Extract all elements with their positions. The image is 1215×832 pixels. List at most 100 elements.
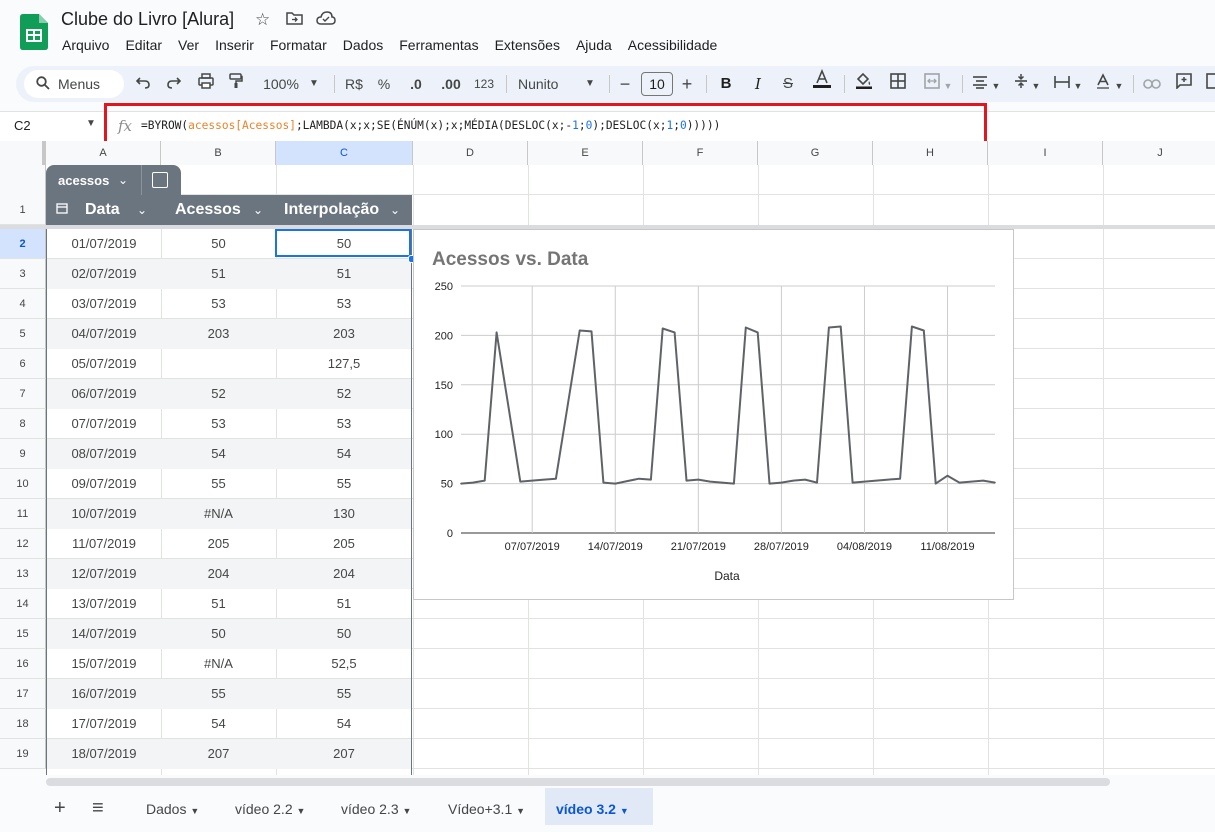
cell-date[interactable]: 01/07/2019 [47, 229, 161, 259]
sheet-tab-video-2-3[interactable]: vídeo 2.3 ▼ [325, 788, 427, 825]
chevron-down-icon[interactable]: ⌄ [118, 173, 128, 187]
table-options-icon[interactable] [152, 172, 168, 188]
menu-inserir[interactable]: Inserir [207, 36, 262, 56]
move-folder-icon[interactable] [286, 10, 303, 30]
text-color-icon[interactable] [811, 66, 833, 102]
cell-date[interactable]: 16/07/2019 [47, 679, 161, 709]
menu-arquivo[interactable]: Arquivo [54, 36, 117, 56]
italic-icon[interactable]: I [748, 66, 768, 102]
cell-interpolacao[interactable]: 51 [276, 589, 412, 619]
cell-interpolacao[interactable]: 205 [276, 529, 412, 559]
chevron-down-icon[interactable]: ▼ [86, 118, 96, 129]
column-header-c[interactable]: C [276, 141, 413, 165]
fill-color-icon[interactable] [854, 66, 874, 102]
chevron-down-icon[interactable]: ▼ [516, 806, 525, 816]
menu-formatar[interactable]: Formatar [262, 36, 335, 56]
cell-grid[interactable]: acessos ⌄ Data ⌄ Acessos ⌄ Interpolação … [46, 165, 1215, 775]
row-header-12[interactable]: 12 [0, 529, 46, 559]
cell-date[interactable]: 13/07/2019 [47, 589, 161, 619]
cell-interpolacao[interactable]: 54 [276, 439, 412, 469]
row-header-7[interactable]: 7 [0, 379, 46, 409]
more-formats-button[interactable]: 123 [471, 66, 497, 102]
cell-acessos[interactable]: 55 [161, 469, 276, 499]
menus-search-button[interactable]: Menus [24, 70, 124, 98]
undo-icon[interactable] [133, 66, 153, 102]
row-header-2[interactable]: 2 [0, 229, 46, 259]
chevron-down-icon[interactable]: ▼ [297, 806, 306, 816]
cell-acessos[interactable]: 53 [161, 409, 276, 439]
text-wrap-icon[interactable]: ▼ [1052, 66, 1084, 102]
menu-ver[interactable]: Ver [170, 36, 207, 56]
borders-icon[interactable] [888, 66, 908, 102]
chevron-down-icon[interactable]: ⌄ [390, 195, 400, 225]
chevron-down-icon[interactable]: ⌄ [137, 195, 147, 225]
row-header-11[interactable]: 11 [0, 499, 46, 529]
cell-interpolacao[interactable]: 55 [276, 469, 412, 499]
column-header-a[interactable]: A [46, 141, 161, 165]
vertical-align-icon[interactable]: ▼ [1011, 66, 1043, 102]
cell-interpolacao[interactable]: 55 [276, 679, 412, 709]
chevron-down-icon[interactable]: ▼ [190, 806, 199, 816]
sheet-tab-video-3-2[interactable]: vídeo 3.2 ▼ [545, 788, 653, 825]
document-title[interactable]: Clube do Livro [Alura] [61, 9, 234, 30]
horizontal-scrollbar[interactable] [46, 778, 1110, 786]
cell-acessos[interactable]: 54 [161, 709, 276, 739]
menu-extensoes[interactable]: Extensões [487, 36, 568, 56]
cell-date[interactable]: 14/07/2019 [47, 619, 161, 649]
selected-cell-c2[interactable] [275, 229, 411, 257]
horizontal-align-icon[interactable]: ▼ [970, 66, 1002, 102]
cell-date[interactable]: 11/07/2019 [47, 529, 161, 559]
percent-format-button[interactable]: % [376, 66, 392, 102]
menu-ferramentas[interactable]: Ferramentas [391, 36, 486, 56]
cell-interpolacao[interactable]: 54 [276, 709, 412, 739]
row-header-14[interactable]: 14 [0, 589, 46, 619]
column-header-d[interactable]: D [413, 141, 528, 165]
row-header-19[interactable]: 19 [0, 739, 46, 769]
cell-date[interactable]: 18/07/2019 [47, 739, 161, 769]
decrease-font-size-icon[interactable]: − [617, 66, 633, 102]
font-select[interactable]: Nunito [518, 66, 578, 102]
print-icon[interactable] [196, 66, 216, 102]
row-header-9[interactable]: 9 [0, 439, 46, 469]
sheet-tab-dados[interactable]: Dados ▼ [130, 788, 215, 825]
column-header-acessos[interactable]: Acessos [175, 195, 241, 225]
cell-interpolacao[interactable]: 53 [276, 289, 412, 319]
cell-interpolacao[interactable]: 50 [276, 619, 412, 649]
menu-acessibilidade[interactable]: Acessibilidade [620, 36, 726, 56]
row-header-16[interactable]: 16 [0, 649, 46, 679]
row-header-13[interactable]: 13 [0, 559, 46, 589]
cell-date[interactable]: 07/07/2019 [47, 409, 161, 439]
sheet-tab-video-2-2[interactable]: vídeo 2.2 ▼ [219, 788, 321, 825]
cell-interpolacao[interactable]: 204 [276, 559, 412, 589]
column-header-interpolacao[interactable]: Interpolação [284, 195, 379, 225]
zoom-select[interactable]: 100% [261, 66, 301, 102]
row-header-4[interactable]: 4 [0, 289, 46, 319]
column-header-i[interactable]: I [988, 141, 1103, 165]
row-header-3[interactable]: 3 [0, 259, 46, 289]
strikethrough-icon[interactable]: S [778, 66, 798, 102]
cell-acessos[interactable]: 51 [161, 259, 276, 289]
cloud-saved-icon[interactable] [316, 10, 336, 30]
line-chart[interactable]: Acessos vs. Data 0 50 100 150 200 250 07/07/2… [413, 229, 1014, 600]
cell-acessos[interactable]: 51 [161, 589, 276, 619]
cell-date[interactable]: 02/07/2019 [47, 259, 161, 289]
cell-acessos[interactable]: 52 [161, 379, 276, 409]
column-header-h[interactable]: H [873, 141, 988, 165]
table-name-tab[interactable]: acessos ⌄ [46, 165, 181, 195]
menu-ajuda[interactable]: Ajuda [568, 36, 620, 56]
cell-interpolacao[interactable]: 207 [276, 739, 412, 769]
column-header-b[interactable]: B [161, 141, 276, 165]
increase-decimal-button[interactable]: .00 [438, 66, 464, 102]
cell-interpolacao[interactable]: 130 [276, 499, 412, 529]
name-box[interactable]: C2 [14, 118, 31, 133]
merge-cells-icon[interactable]: ▼ [921, 66, 955, 102]
decrease-decimal-button[interactable]: .0 [406, 66, 426, 102]
column-header-g[interactable]: G [758, 141, 873, 165]
cell-acessos[interactable]: 53 [161, 289, 276, 319]
column-header-e[interactable]: E [528, 141, 643, 165]
font-size-input[interactable]: 10 [641, 72, 673, 96]
column-header-j[interactable]: J [1103, 141, 1215, 165]
paint-format-icon[interactable] [226, 66, 246, 102]
menu-dados[interactable]: Dados [335, 36, 391, 56]
cell-acessos[interactable]: #N/A [161, 499, 276, 529]
